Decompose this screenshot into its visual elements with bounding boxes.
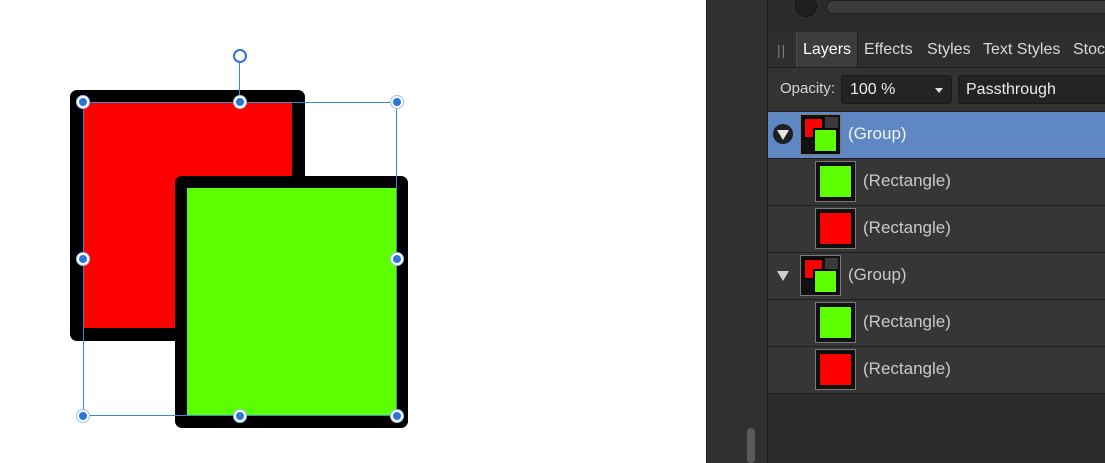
layer-name: (Rectangle) <box>863 359 951 378</box>
blend-mode-dropdown[interactable]: Passthrough <box>958 75 1105 104</box>
layer-thumbnail <box>800 114 841 155</box>
layer-name: (Group) <box>848 265 907 284</box>
panel-scroll-column <box>706 0 767 463</box>
tab-layers[interactable]: Layers <box>796 32 859 67</box>
layer-thumbnail <box>815 349 856 390</box>
tab-effects[interactable]: Effects <box>864 32 913 67</box>
layer-name: (Rectangle) <box>863 171 951 190</box>
tab-label: Effects <box>864 41 913 58</box>
layer-row-group[interactable]: (Group) <box>768 112 1105 159</box>
layer-name: (Group) <box>848 124 907 143</box>
tab-label: Stock <box>1073 41 1105 58</box>
slider-track[interactable] <box>826 0 1105 14</box>
tab-text-styles[interactable]: Text Styles <box>983 32 1060 67</box>
opacity-label: Opacity: <box>780 80 836 97</box>
panel-tab-bar: || Layers Effects Styles Text Styles Sto… <box>768 32 1105 68</box>
tab-label: Text Styles <box>983 41 1061 58</box>
layer-thumbnail <box>815 302 856 343</box>
layer-thumbnail <box>815 161 856 202</box>
slider-knob[interactable] <box>795 0 817 17</box>
layer-row-rectangle[interactable]: (Rectangle) <box>768 159 1105 206</box>
tab-label: Layers <box>803 41 852 58</box>
layer-thumbnail <box>815 208 856 249</box>
document-canvas[interactable] <box>0 0 706 463</box>
resize-handle-right[interactable] <box>391 253 403 265</box>
tab-label: Styles <box>927 41 971 58</box>
expand-toggle-icon[interactable] <box>773 124 793 144</box>
layer-thumbnail <box>800 255 841 296</box>
scrollbar-thumb[interactable] <box>747 428 755 463</box>
layer-name: (Rectangle) <box>863 312 951 331</box>
layer-row-rectangle[interactable]: (Rectangle) <box>768 206 1105 253</box>
layer-row-rectangle[interactable]: (Rectangle) <box>768 300 1105 347</box>
resize-handle-top[interactable] <box>234 96 246 108</box>
layer-row-group[interactable]: (Group) <box>768 253 1105 300</box>
tab-styles[interactable]: Styles <box>927 32 971 67</box>
layer-name: (Rectangle) <box>863 218 951 237</box>
studio-panel: || Layers Effects Styles Text Styles Sto… <box>706 0 1105 463</box>
chevron-down-icon <box>935 88 943 93</box>
tab-stock[interactable]: Stock <box>1073 32 1105 67</box>
layer-properties-row: Opacity: 100 % Passthrough <box>768 68 1105 112</box>
blend-mode-value: Passthrough <box>966 81 1056 98</box>
grip-icon[interactable]: || <box>777 42 786 58</box>
opacity-dropdown[interactable]: 100 % <box>841 75 952 104</box>
resize-handle-top-right[interactable] <box>391 96 403 108</box>
resize-handle-bottom-left[interactable] <box>77 410 89 422</box>
layer-row-rectangle[interactable]: (Rectangle) <box>768 347 1105 394</box>
resize-handle-left[interactable] <box>77 253 89 265</box>
opacity-value: 100 % <box>850 81 896 98</box>
green-rectangle-shape[interactable] <box>175 176 408 428</box>
rotation-handle[interactable] <box>233 49 247 63</box>
resize-handle-bottom-right[interactable] <box>391 410 403 422</box>
resize-handle-top-left[interactable] <box>77 96 89 108</box>
resize-handle-bottom[interactable] <box>234 410 246 422</box>
expand-toggle-icon[interactable] <box>773 265 793 285</box>
